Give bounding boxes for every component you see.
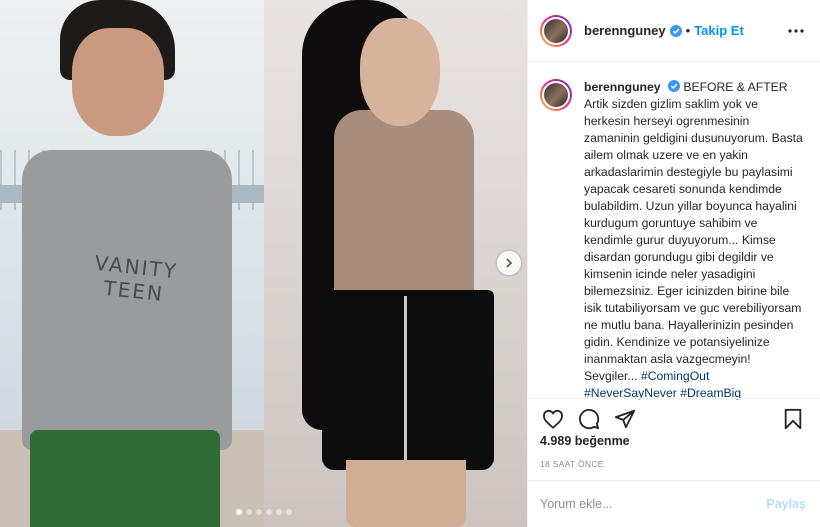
more-options-icon	[788, 28, 804, 33]
comment-form: Paylaş	[528, 480, 820, 527]
caption-avatar[interactable]	[540, 79, 572, 111]
caption-body: Artik sizden gizlim saklim yok ve herkes…	[584, 97, 807, 383]
carousel-next-button[interactable]	[497, 251, 521, 275]
more-options-button[interactable]	[786, 21, 806, 41]
carousel-indicator	[0, 509, 527, 515]
skirt-zipper	[404, 296, 407, 466]
before-photo: VANITY TEEN	[0, 0, 264, 527]
follow-button[interactable]: Takip Et	[694, 23, 744, 38]
bookmark-icon	[784, 408, 802, 429]
chevron-right-icon	[506, 258, 513, 268]
face	[360, 18, 440, 126]
instagram-post: VANITY TEEN berennguney • Takip Et beren…	[0, 0, 820, 527]
hashtag[interactable]: #ComingOut	[641, 369, 709, 383]
carousel-dot	[255, 509, 262, 515]
heart-icon	[542, 409, 564, 429]
carousel-dot	[275, 509, 282, 515]
like-button[interactable]	[540, 406, 566, 432]
leather-skirt	[322, 290, 494, 470]
comment-button[interactable]	[576, 406, 602, 432]
carousel-dot	[285, 509, 292, 515]
bodysuit	[334, 110, 474, 310]
carousel-dot	[265, 509, 272, 515]
save-button[interactable]	[780, 406, 806, 432]
post-media[interactable]: VANITY TEEN	[0, 0, 527, 527]
verified-badge-icon	[669, 24, 682, 37]
header-username[interactable]: berennguney	[584, 23, 666, 38]
post-sidebar: berennguney • Takip Et berennguney BEFOR…	[527, 0, 820, 527]
action-bar	[528, 398, 820, 438]
post-header: berennguney • Takip Et	[528, 0, 820, 62]
share-icon	[614, 409, 636, 428]
timestamp[interactable]: 18 SAAT ÖNCE	[540, 459, 604, 469]
caption-area: berennguney BEFORE & AFTER Artik sizden …	[528, 63, 820, 400]
caption: berennguney BEFORE & AFTER Artik sizden …	[584, 79, 807, 400]
post-comment-button[interactable]: Paylaş	[766, 497, 806, 511]
face	[72, 28, 164, 136]
carousel-dot	[245, 509, 252, 515]
comment-icon	[579, 408, 600, 429]
like-count[interactable]: 4.989 beğenme	[540, 434, 630, 448]
verified-badge-icon	[667, 80, 680, 92]
after-photo	[264, 0, 527, 527]
caption-username[interactable]: berennguney	[584, 80, 661, 94]
legs	[346, 460, 466, 527]
share-button[interactable]	[612, 406, 638, 432]
caption-title: BEFORE & AFTER	[683, 80, 788, 94]
avatar[interactable]	[540, 14, 572, 47]
separator: •	[685, 23, 691, 38]
carousel-dot	[235, 509, 242, 515]
comment-input[interactable]	[540, 497, 767, 511]
